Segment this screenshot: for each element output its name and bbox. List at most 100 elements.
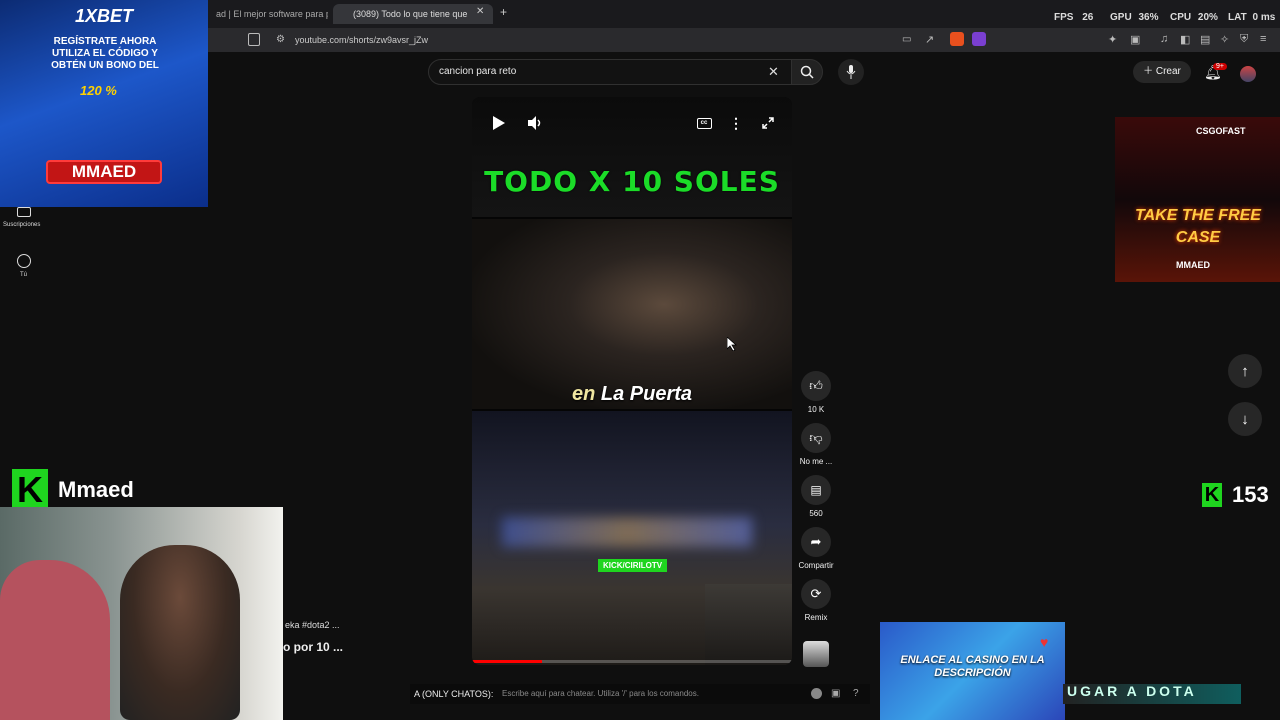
previous-short-button[interactable]: ↑ [1228,354,1262,388]
video-facecam [705,584,792,665]
settings-icon[interactable]: ▣ [831,688,840,699]
microphone-icon [846,65,856,79]
related-video-hashtag[interactable]: eka #dota2 ... [285,620,340,630]
screenshot-icon[interactable]: ▣ [1130,33,1140,46]
url-text[interactable]: youtube.com/shorts/zw9avsr_jZw [295,32,428,48]
dota-banner: UGAR A DOTA [1063,684,1241,704]
new-tab-icon[interactable]: + [500,5,507,19]
casino-ad-text: ENLACE AL CASINO EN LA DESCRIPCIÓN [900,654,1045,679]
fps-readout: FPS 26 [1054,12,1093,23]
media-icon[interactable]: ♫ [1160,33,1168,45]
remix-button[interactable]: ⟳ Remix [797,579,835,622]
lat-readout: LAT 0 ms [1228,12,1275,23]
arrow-down-icon: ↓ [1241,410,1249,428]
cpu-label: CPU [1170,12,1192,23]
site-info-icon[interactable]: ⚙ [276,34,285,45]
fps-value: 26 [1082,12,1094,23]
thumbs-up-icon: 👍︎ [801,371,831,401]
1xbet-brand: 1XBET [74,6,134,26]
heart-icon: ♥ [1040,634,1049,650]
1xbet-promo-code: MMAED [46,160,162,184]
gpu-value: 36% [1138,12,1159,23]
chat-input[interactable]: Escribe aquí para chatear. Utiliza '/' p… [502,689,699,698]
kick-logo-icon: K [12,469,48,511]
kick-logo-icon: K [1202,483,1222,507]
emoji-icon[interactable] [811,688,822,699]
lat-value: 0 ms [1252,12,1276,23]
more-options-icon[interactable]: ⋮ [724,111,748,135]
mouse-cursor-icon [727,337,737,351]
tab-label: ad | El mejor software para pote [216,9,328,19]
fullscreen-button[interactable] [756,111,780,135]
user-icon[interactable] [17,254,31,268]
search-icon [800,65,814,79]
cast-icon[interactable]: ▭ [902,34,911,45]
sidebar-icon[interactable]: ◧ [1180,33,1190,46]
cpu-value: 20% [1197,12,1218,23]
kick-streamer-badge: K Mmaed [12,468,134,512]
1xbet-bonus-percent: 120 % [80,83,117,98]
plus-icon: ＋ [1143,66,1154,77]
share-button[interactable]: ➦ Compartir [797,527,835,570]
csgofast-brand: CSGOFAST [1196,126,1246,136]
kick-channel-tag: KICK/CIRILOTV [598,559,668,572]
brave-shield-icon[interactable] [950,32,964,46]
leo-icon[interactable]: ✧ [1220,33,1229,46]
next-short-button[interactable]: ↓ [1228,402,1262,436]
avatar[interactable] [1240,66,1256,82]
sound-thumbnail[interactable] [803,641,829,667]
help-icon[interactable]: ? [853,688,859,699]
volume-button[interactable] [524,111,548,135]
dislike-label: No me ... [799,457,833,466]
menu-icon[interactable]: ≡ [1260,33,1266,45]
like-count: 10 K [807,405,825,414]
cpu-readout: CPU 20% [1170,12,1218,23]
browser-tab-active[interactable]: (3089) Todo lo que tiene que [333,4,493,24]
viewer-count: 153 [1232,482,1269,507]
fullscreen-icon [762,117,774,129]
comments-button[interactable]: ▤ 560 [797,475,835,518]
csgofast-code: MMAED [1176,260,1210,270]
create-label: Crear [1155,66,1181,77]
video-progress-fill [472,660,543,663]
extensions-icon[interactable]: ✦ [1108,33,1117,46]
notification-badge: 9+ [1213,63,1227,70]
gpu-readout: GPU 36% [1110,12,1158,23]
csgofast-cta: TAKE THE FREE CASE [1135,207,1261,246]
captions-button[interactable]: cc [692,111,716,135]
brave-rewards-icon[interactable] [972,32,986,46]
subscriptions-icon[interactable] [17,207,31,217]
clear-search-icon[interactable]: ✕ [768,64,779,80]
share-page-icon[interactable]: ↗ [925,33,934,46]
like-button[interactable]: 👍︎ 10 K [797,371,835,414]
search-input[interactable]: cancion para reto [439,66,516,77]
fps-label: FPS [1054,12,1074,23]
search-button[interactable] [791,59,823,85]
create-button[interactable]: ＋ Crear [1133,61,1191,83]
browser-tab[interactable]: ad | El mejor software para pote [208,4,328,24]
share-label: Compartir [798,561,834,570]
play-button[interactable] [487,111,511,135]
remix-label: Remix [804,613,828,622]
bookmark-icon[interactable] [248,33,260,46]
sidebar-you-label[interactable]: Tú [20,272,27,278]
caption-emphasis: en [571,383,596,405]
shorts-video-player[interactable]: TODO X 10 SOLES en La Puerta KICK/CIRILO… [472,97,792,665]
dislike-button[interactable]: 👎︎ No me ... [797,423,835,466]
vpn-icon[interactable]: ⛨ [1240,33,1248,46]
wallet-icon[interactable]: ▤ [1200,33,1210,46]
related-video-title[interactable]: o por 10 ... [283,640,343,654]
comment-count: 560 [809,509,823,518]
close-tab-icon[interactable]: ✕ [476,6,484,17]
voice-search-button[interactable] [838,59,864,85]
captions-icon: cc [696,117,712,129]
streamer-name: Mmaed [58,477,134,502]
video-title-overlay: TODO X 10 SOLES [484,165,780,198]
video-caption: en La Puerta [472,383,792,406]
tab-label: (3089) Todo lo que tiene que [353,9,468,19]
sidebar-subscriptions-label[interactable]: Suscripciones [3,222,40,228]
video-street-lights [502,517,752,547]
arrow-up-icon: ↑ [1241,362,1249,380]
lat-label: LAT [1228,12,1247,23]
video-progress-bar[interactable] [472,660,792,663]
